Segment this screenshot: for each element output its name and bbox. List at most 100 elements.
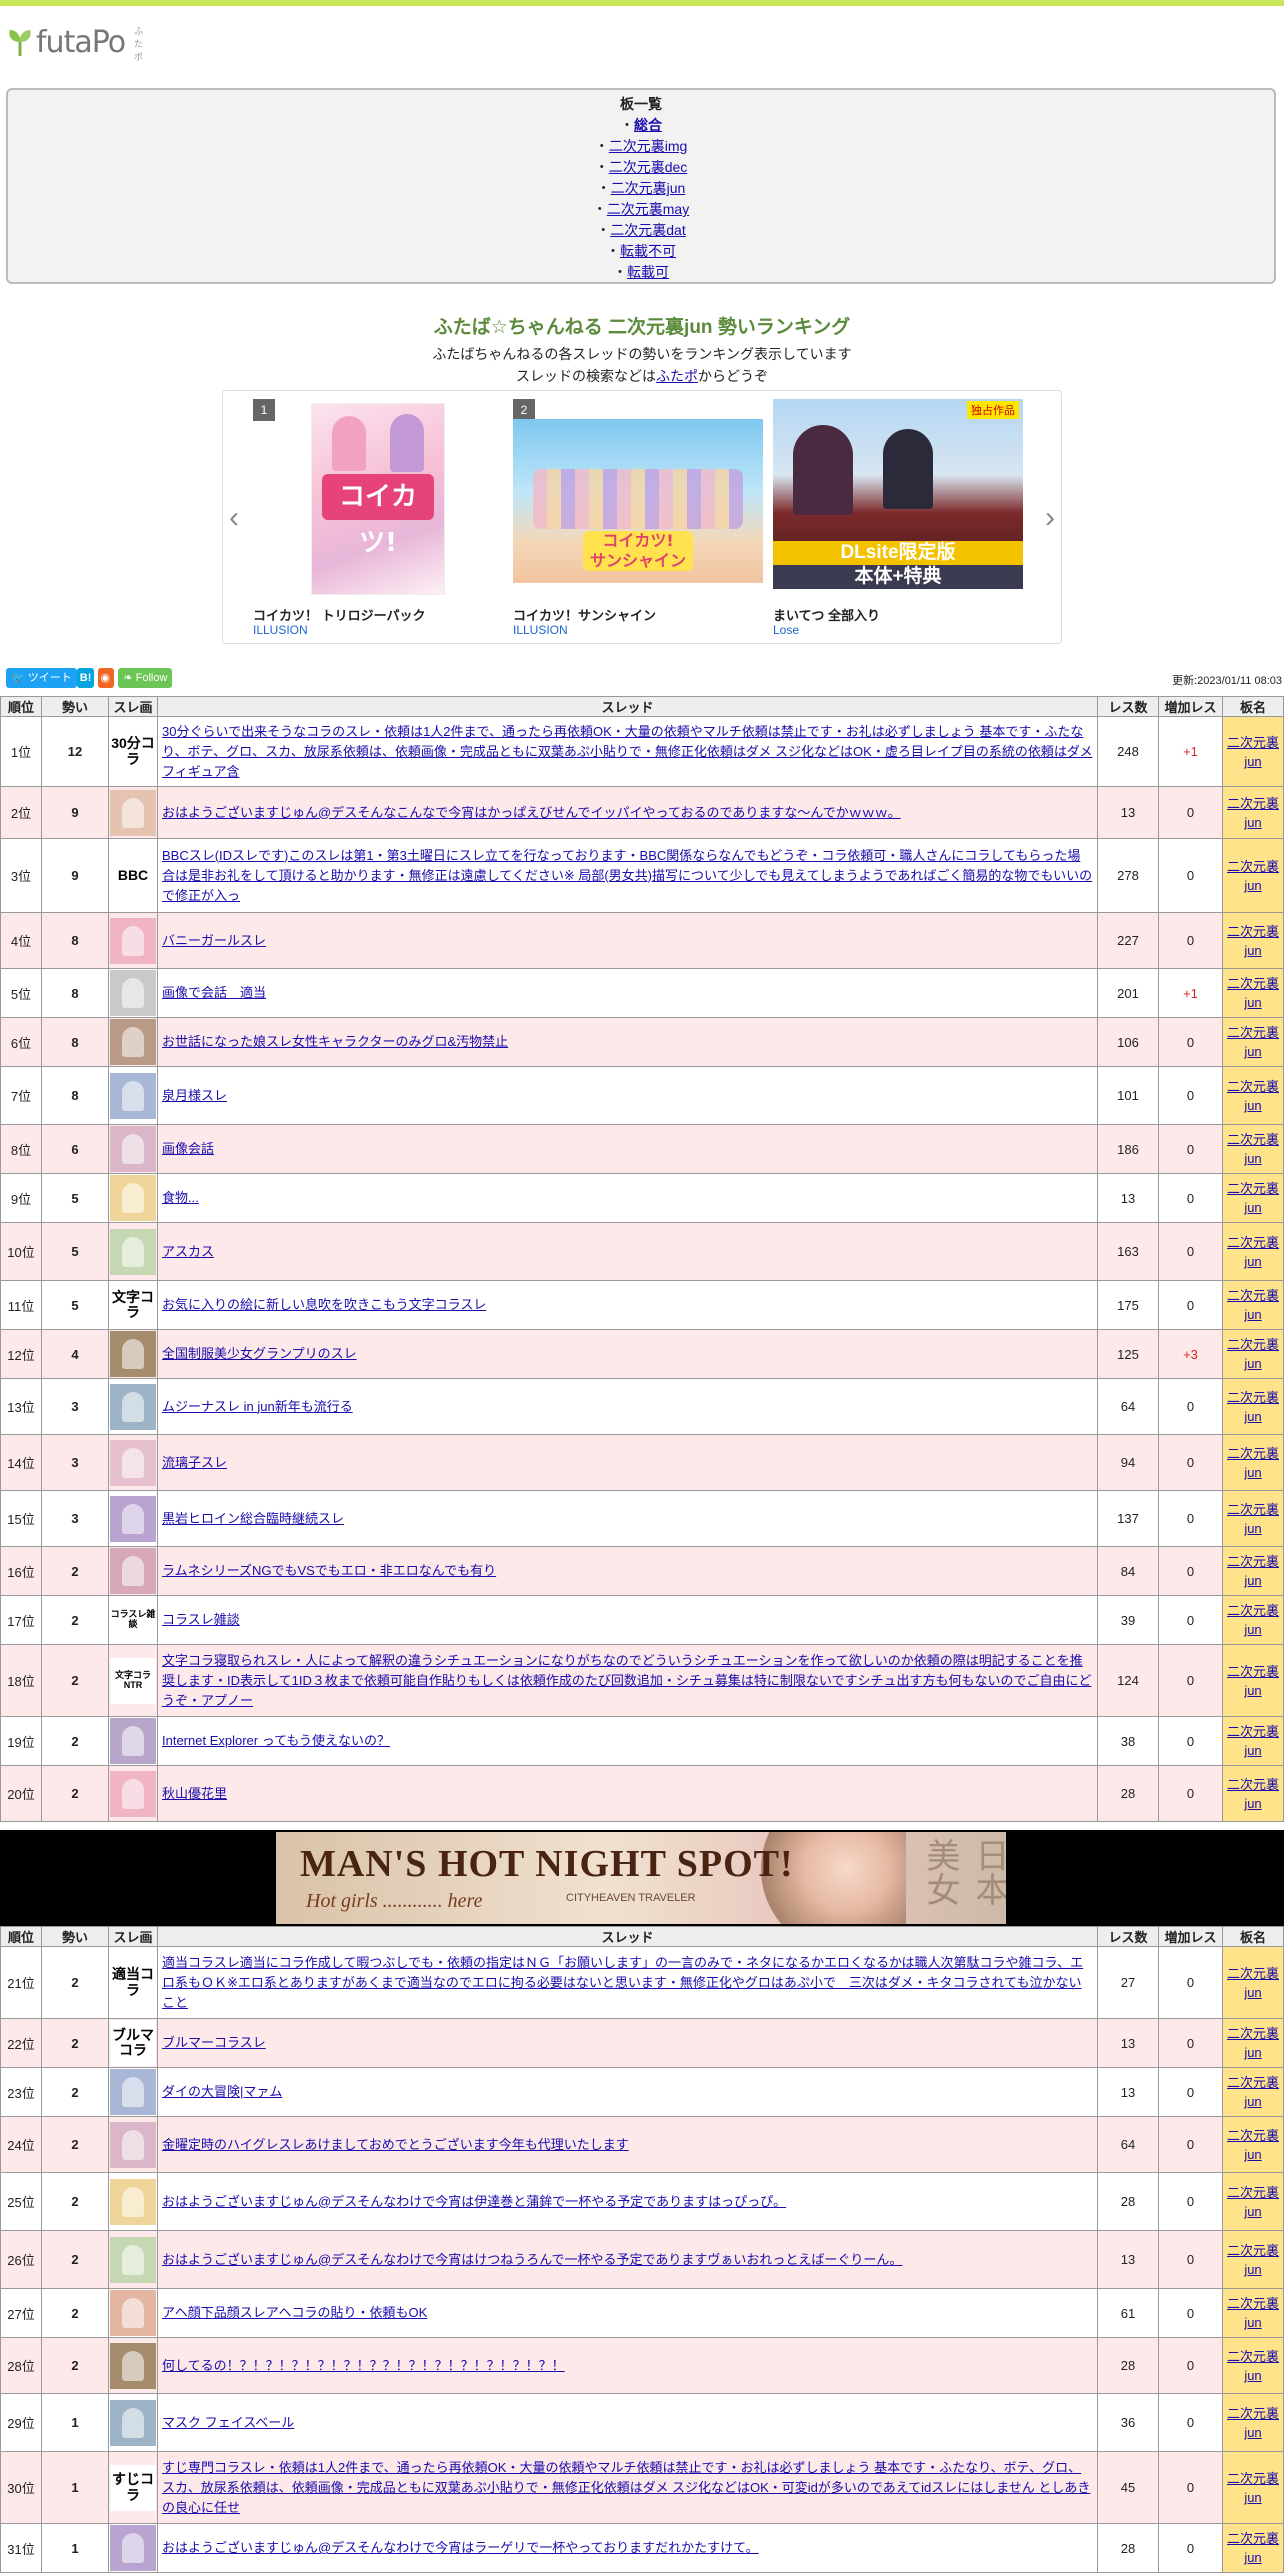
- futapo-link[interactable]: ふたポ: [656, 368, 698, 384]
- thread-link[interactable]: 金曜定時のハイグレスレあけましておめでとうございます今年も代理いたします: [162, 2137, 629, 2152]
- table-row[interactable]: 20位 2 秋山優花里 28 0 二次元裏jun: [0, 1765, 1284, 1822]
- table-row[interactable]: 26位 2 おはようございますじゅん@デスそんなわけで今宵はけつねうろんで一杯やる予…: [0, 2230, 1284, 2289]
- thread-link[interactable]: アスカス: [162, 1244, 214, 1259]
- board-link-dec[interactable]: 二次元裏dec: [609, 159, 688, 175]
- thread-thumbnail[interactable]: [110, 1770, 156, 1817]
- board-link[interactable]: 二次元裏jun: [1227, 1337, 1279, 1371]
- thread-link[interactable]: コラスレ雑談: [162, 1612, 240, 1627]
- table-row[interactable]: 18位 2 文字コラ NTR 文字コラ寝取られスレ・人によって解釈の違うシチュエーショ…: [0, 1644, 1284, 1717]
- thread-thumbnail[interactable]: [110, 2290, 156, 2336]
- thread-thumbnail[interactable]: [110, 1019, 156, 1065]
- board-link[interactable]: 二次元裏jun: [1227, 2243, 1279, 2277]
- board-link[interactable]: 二次元裏jun: [1227, 859, 1279, 893]
- thread-link[interactable]: おはようございますじゅん@デスそんなこんなで今宵はかっぱえびせんでイッパイやって…: [162, 805, 901, 820]
- board-link[interactable]: 二次元裏jun: [1227, 1603, 1279, 1637]
- carousel-maker-2[interactable]: ILLUSION: [513, 623, 568, 637]
- thread-link[interactable]: 流璃子スレ: [162, 1455, 227, 1470]
- table-row[interactable]: 22位 2 ブルマコラ ブルマーコラスレ 13 0 二次元裏jun: [0, 2018, 1284, 2068]
- thread-link[interactable]: おはようございますじゅん@デスそんなわけで今宵は伊達巻と蒲鉾で一杯やる予定であり…: [162, 2194, 786, 2209]
- thread-thumbnail[interactable]: BBC: [110, 852, 156, 899]
- board-link[interactable]: 二次元裏jun: [1227, 1724, 1279, 1758]
- board-link[interactable]: 二次元裏jun: [1227, 1390, 1279, 1424]
- carousel-maker-3[interactable]: Lose: [773, 623, 799, 637]
- thread-thumbnail[interactable]: [110, 2121, 156, 2168]
- thread-link[interactable]: 食物...: [162, 1190, 199, 1205]
- thread-thumbnail[interactable]: [110, 1439, 156, 1486]
- thread-thumbnail[interactable]: ブルマコラ: [110, 2020, 156, 2066]
- board-link[interactable]: 二次元裏jun: [1227, 1288, 1279, 1322]
- thread-link[interactable]: 画像で会話 適当: [162, 985, 266, 1000]
- chevron-left-icon[interactable]: ‹: [229, 501, 239, 535]
- table-row[interactable]: 1位 12 30分コラ 30分ぐらいで出来そうなコラのスレ・依頼は1人2件まで、通った…: [0, 716, 1284, 787]
- carousel-item-1[interactable]: 1 コイカツ! コイカツ！ トリロジーパック ILLUSION: [253, 399, 503, 639]
- board-link[interactable]: 二次元裏jun: [1227, 924, 1279, 958]
- thread-link[interactable]: 泉月様スレ: [162, 1088, 227, 1103]
- thread-thumbnail[interactable]: [110, 2342, 156, 2389]
- thread-link[interactable]: 秋山優花里: [162, 1786, 227, 1801]
- ad-banner[interactable]: MAN'S HOT NIGHT SPOT! Hot girls ........…: [276, 1832, 1006, 1924]
- thread-thumbnail[interactable]: [110, 2069, 156, 2115]
- table-row[interactable]: 3位 9 BBC BBCスレ(IDスレです)このスレは第1・第3土曜日にスレ立てを行な…: [0, 838, 1284, 913]
- thread-link[interactable]: バニーガールスレ: [162, 933, 266, 948]
- thread-thumbnail[interactable]: [110, 2399, 156, 2446]
- thread-link[interactable]: ムジーナスレ in jun新年も流行る: [162, 1399, 353, 1414]
- board-link[interactable]: 二次元裏jun: [1227, 2185, 1279, 2219]
- board-link-sougou[interactable]: 総合: [634, 117, 662, 133]
- tweet-button[interactable]: 🐦 ツイート: [6, 668, 77, 688]
- thread-thumbnail[interactable]: 30分コラ: [110, 728, 156, 775]
- table-row[interactable]: 11位 5 文字コラ お気に入りの絵に新しい息吹を吹きこもう文字コラスレ 175 0 二次元…: [0, 1280, 1284, 1330]
- thread-thumbnail[interactable]: [110, 917, 156, 964]
- thread-thumbnail[interactable]: [110, 789, 156, 836]
- thread-link[interactable]: アヘ顔下品顔スレアヘコラの貼り・依頼もOK: [162, 2305, 427, 2320]
- thread-link[interactable]: 画像会話: [162, 1141, 214, 1156]
- board-link[interactable]: 二次元裏jun: [1227, 2128, 1279, 2162]
- board-link[interactable]: 二次元裏jun: [1227, 1079, 1279, 1113]
- thread-link[interactable]: ダイの大冒険|マァム: [162, 2084, 282, 2099]
- thread-thumbnail[interactable]: [110, 1548, 156, 1594]
- thread-link[interactable]: 全国制服美少女グランプリのスレ: [162, 1346, 357, 1361]
- thread-link[interactable]: 何してるの！？！？！？！？！？！？？！？！？！？！？！？！？！: [162, 2358, 565, 2373]
- thread-thumbnail[interactable]: コラスレ雑談: [110, 1597, 156, 1643]
- thread-link[interactable]: Internet Explorer ってもう使えないの？: [162, 1733, 390, 1748]
- carousel-item-3[interactable]: 3 独占作品 DLsite限定版 本体+特典 まいてつ 全部入り Lose: [773, 399, 1023, 639]
- hatena-bookmark-button[interactable]: B!: [76, 668, 95, 688]
- thread-link[interactable]: ブルマーコラスレ: [162, 2035, 266, 2050]
- board-link[interactable]: 二次元裏jun: [1227, 2026, 1279, 2060]
- table-row[interactable]: 21位 2 適当コラ 適当コラスレ適当にコラ作成して暇つぶしでも・依頼の指定はＮＧ「お…: [0, 1946, 1284, 2019]
- thread-link[interactable]: 黒岩ヒロイン総合臨時継続スレ: [162, 1511, 344, 1526]
- thread-thumbnail[interactable]: [110, 1331, 156, 1377]
- board-link[interactable]: 二次元裏jun: [1227, 1502, 1279, 1536]
- table-row[interactable]: 17位 2 コラスレ雑談 コラスレ雑談 39 0 二次元裏jun: [0, 1595, 1284, 1645]
- table-row[interactable]: 13位 3 ムジーナスレ in jun新年も流行る 64 0 二次元裏jun: [0, 1378, 1284, 1435]
- board-link[interactable]: 二次元裏jun: [1227, 2296, 1279, 2330]
- thread-thumbnail[interactable]: [110, 2236, 156, 2283]
- table-row[interactable]: 9位 5 食物... 13 0 二次元裏jun: [0, 1173, 1284, 1223]
- board-link-tensai-fuka[interactable]: 転載不可: [620, 243, 676, 259]
- table-row[interactable]: 14位 3 流璃子スレ 94 0 二次元裏jun: [0, 1434, 1284, 1491]
- board-link[interactable]: 二次元裏jun: [1227, 1025, 1279, 1059]
- board-link[interactable]: 二次元裏jun: [1227, 735, 1279, 769]
- board-link[interactable]: 二次元裏jun: [1227, 1777, 1279, 1811]
- board-link[interactable]: 二次元裏jun: [1227, 2075, 1279, 2109]
- board-link-jun[interactable]: 二次元裏jun: [611, 180, 686, 196]
- table-row[interactable]: 31位 1 おはようございますじゅん@デスそんなわけで今宵はラーゲリで一杯やっており…: [0, 2523, 1284, 2573]
- board-link-tensai-ka[interactable]: 転載可: [627, 264, 669, 280]
- thread-thumbnail[interactable]: [110, 1072, 156, 1119]
- table-row[interactable]: 15位 3 黒岩ヒロイン総合臨時継続スレ 137 0 二次元裏jun: [0, 1490, 1284, 1547]
- table-row[interactable]: 10位 5 アスカス 163 0 二次元裏jun: [0, 1222, 1284, 1281]
- thread-link[interactable]: 30分ぐらいで出来そうなコラのスレ・依頼は1人2件まで、通ったら再依頼OK・大量…: [162, 724, 1092, 779]
- carousel-maker-1[interactable]: ILLUSION: [253, 623, 308, 637]
- table-row[interactable]: 7位 8 泉月様スレ 101 0 二次元裏jun: [0, 1066, 1284, 1125]
- board-link-img[interactable]: 二次元裏img: [609, 138, 688, 154]
- thread-link[interactable]: 文字コラ寝取られスレ・人によって解釈の違うシチュエーションになりがちなのでどうい…: [162, 1653, 1091, 1708]
- table-row[interactable]: 2位 9 おはようございますじゅん@デスそんなこんなで今宵はかっぱえびせんでイッパイ…: [0, 786, 1284, 839]
- thread-link[interactable]: 適当コラスレ適当にコラ作成して暇つぶしでも・依頼の指定はＮＧ「お願いします」の一…: [162, 1955, 1083, 2010]
- thread-link[interactable]: BBCスレ(IDスレです)このスレは第1・第3土曜日にスレ立てを行なっております…: [162, 848, 1092, 903]
- thread-thumbnail[interactable]: すじコラ: [110, 2464, 156, 2511]
- thread-thumbnail[interactable]: 適当コラ: [110, 1959, 156, 2006]
- thread-thumbnail[interactable]: [110, 1383, 156, 1430]
- table-row[interactable]: 24位 2 金曜定時のハイグレスレあけましておめでとうございます今年も代理いたします…: [0, 2116, 1284, 2173]
- thread-thumbnail[interactable]: [110, 2178, 156, 2225]
- table-row[interactable]: 16位 2 ラムネシリーズNGでもVSでもエロ・非エロなんでも有り 84 0 二次元裏ju…: [0, 1546, 1284, 1596]
- board-link[interactable]: 二次元裏jun: [1227, 1132, 1279, 1166]
